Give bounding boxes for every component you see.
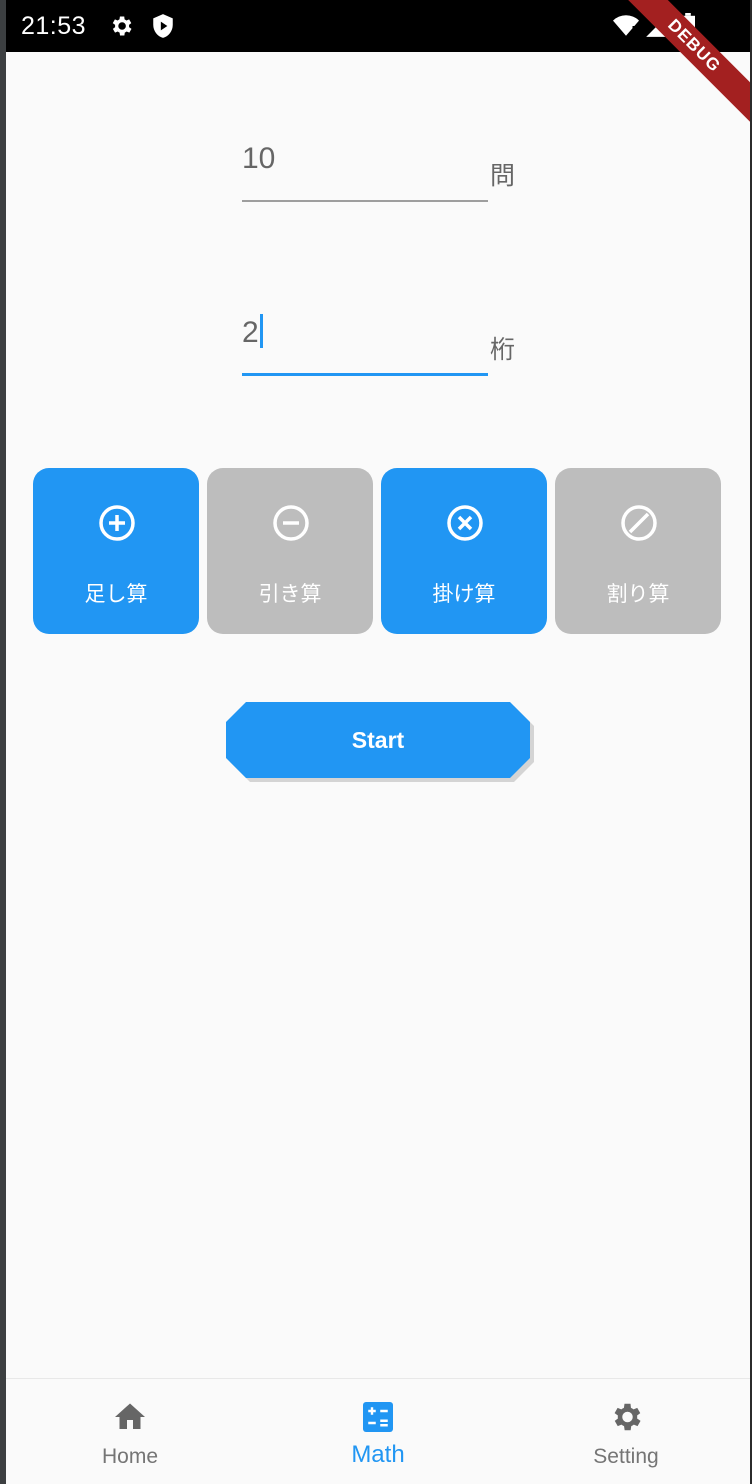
digit-count-value: 2 (242, 314, 263, 350)
plus-circle-icon (99, 505, 135, 541)
question-count-underline (242, 200, 488, 202)
digit-count-suffix: 桁 (490, 336, 516, 364)
shield-icon (150, 13, 176, 44)
nav-home[interactable]: Home (30, 1379, 230, 1484)
multiplication-tile[interactable]: 掛け算 (381, 468, 547, 634)
nav-setting[interactable]: Setting (526, 1379, 726, 1484)
app-screen: 21:53 DEBUG 10 問 2 桁 足し算 引き算 掛け算 割り算 Sta… (6, 0, 750, 1484)
nav-setting-label: Setting (593, 1445, 659, 1468)
question-count-field[interactable]: 10 (242, 142, 488, 202)
start-button[interactable]: Start (226, 702, 530, 778)
nav-home-label: Home (101, 1445, 159, 1468)
device-frame: 21:53 DEBUG 10 問 2 桁 足し算 引き算 掛け算 割り算 Sta… (0, 0, 752, 1484)
nav-math-label: Math (351, 1441, 405, 1468)
slash-circle-icon (621, 505, 657, 541)
multiplication-label: 掛け算 (432, 583, 496, 606)
minus-circle-icon (273, 505, 309, 541)
calculator-icon (363, 1402, 393, 1432)
addition-label: 足し算 (84, 583, 148, 606)
subtraction-label: 引き算 (258, 583, 322, 606)
gear-icon (614, 1403, 641, 1431)
times-circle-icon (447, 505, 483, 541)
status-time: 21:53 (21, 12, 87, 40)
text-caret (259, 314, 263, 349)
digit-count-underline (242, 373, 488, 376)
division-label: 割り算 (606, 583, 670, 606)
bottom-navigation: Home Math Setting (6, 1378, 750, 1484)
division-tile[interactable]: 割り算 (555, 468, 721, 634)
digit-count-field[interactable]: 2 (242, 314, 488, 376)
wifi-icon (612, 13, 640, 44)
gear-icon (108, 13, 134, 44)
subtraction-tile[interactable]: 引き算 (207, 468, 373, 634)
addition-tile[interactable]: 足し算 (33, 468, 199, 634)
question-count-suffix: 問 (490, 162, 516, 190)
question-count-value: 10 (242, 142, 276, 175)
nav-math[interactable]: Math (278, 1379, 478, 1484)
home-icon (115, 1403, 145, 1429)
